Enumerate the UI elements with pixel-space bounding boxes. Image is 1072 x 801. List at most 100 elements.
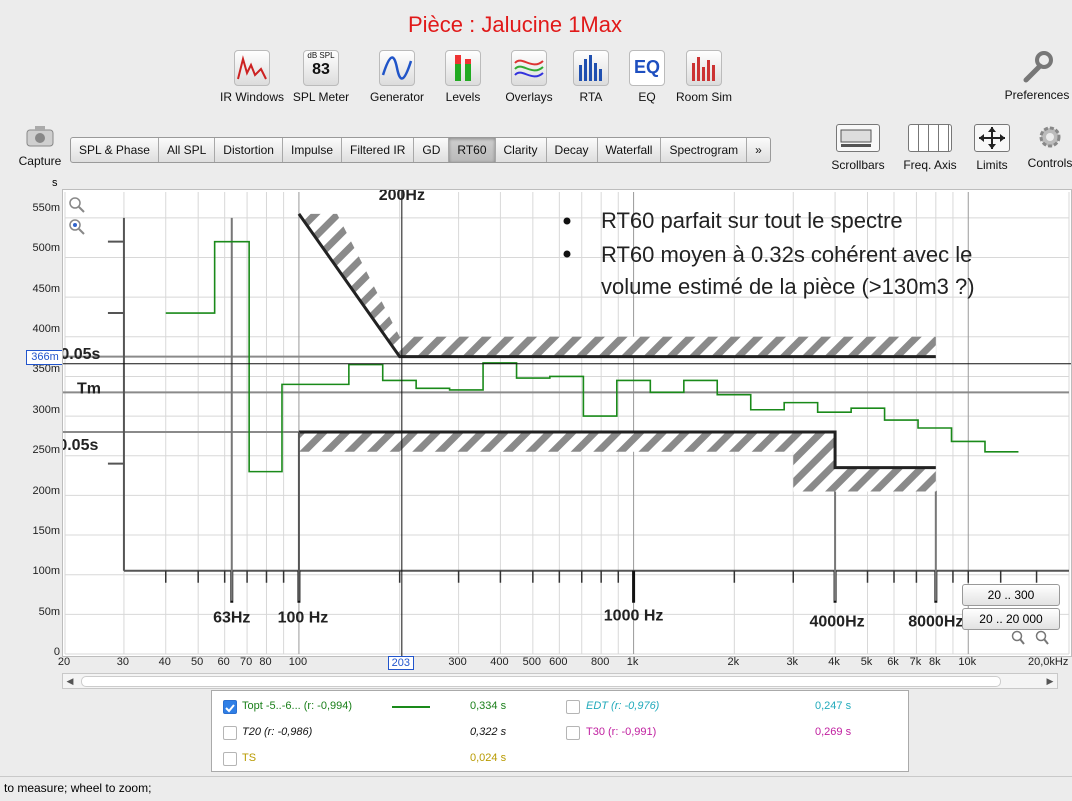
x-tick-label: 2k — [727, 656, 740, 668]
tab-decay[interactable]: Decay — [547, 138, 598, 162]
tab-distortion[interactable]: Distortion — [215, 138, 283, 162]
ir-windows-button[interactable]: IR Windows — [219, 50, 285, 104]
arrows-icon — [974, 124, 1010, 152]
legend-panel: Topt -5..-6... (r: -0,994) 0,334 s EDT (… — [211, 690, 909, 772]
status-text: to measure; wheel to zoom; — [4, 781, 152, 795]
t20-checkbox[interactable] — [223, 726, 237, 740]
y-tick: 100m — [32, 565, 60, 577]
t30-checkbox[interactable] — [566, 726, 580, 740]
tab-gd[interactable]: GD — [414, 138, 450, 162]
ts-value: 0,024 s — [470, 752, 507, 764]
scrollbars-button[interactable]: Scrollbars — [826, 124, 890, 172]
zoom-in-icon[interactable] — [68, 196, 86, 214]
room-sim-icon — [686, 50, 722, 86]
y-tick: 150m — [32, 525, 60, 537]
tab-spectrogram[interactable]: Spectrogram — [661, 138, 748, 162]
annotation-4000hz: 4000Hz — [809, 614, 864, 631]
rt60-chart[interactable]: 200Hz +0.05s Tm -0.05s 63Hz 100 Hz 1000 Hz 4000… — [51, 187, 1072, 657]
y-tick: 400m — [32, 323, 60, 335]
y-tick: 500m — [32, 242, 60, 254]
edt-value: 0,247 s — [815, 700, 852, 712]
x-tick-label: 100 — [288, 656, 308, 668]
rt60-plot-area[interactable]: 200Hz +0.05s Tm -0.05s 63Hz 100 Hz 1000 Hz 4000… — [51, 187, 1071, 656]
rta-icon — [573, 50, 609, 86]
scroll-left-icon[interactable]: ◀ — [63, 674, 77, 688]
capture-button[interactable]: Capture — [14, 124, 66, 168]
controls-button[interactable]: Controls — [1025, 124, 1072, 170]
levels-button[interactable]: Levels — [443, 50, 483, 104]
bullet-note-2: RT60 moyen à 0.32s cohérent avec le volum… — [601, 242, 975, 299]
lower-tolerance-hatch — [298, 431, 936, 492]
annotation-1000hz: 1000 Hz — [604, 608, 664, 625]
zoom-out-x-icon[interactable] — [1010, 630, 1026, 646]
graph-tabs: SPL & Phase All SPL Distortion Impulse F… — [70, 137, 771, 163]
tab-filtered-ir[interactable]: Filtered IR — [342, 138, 415, 162]
topt-swatch — [392, 706, 430, 708]
x-tick-label: 20 — [57, 656, 71, 668]
overlays-button[interactable]: Overlays — [500, 50, 558, 104]
annotation-tm: Tm — [77, 380, 101, 397]
y-unit-label: s — [52, 177, 58, 189]
scroll-thumb[interactable] — [81, 676, 1001, 687]
camera-icon — [25, 124, 55, 148]
zoom-in-x-icon[interactable] — [1034, 630, 1050, 646]
horizontal-scrollbar[interactable]: ◀ ▶ — [62, 673, 1058, 689]
spl-meter-button[interactable]: dB SPL 83 SPL Meter — [292, 50, 350, 104]
scrollbars-icon — [836, 124, 880, 152]
zoom-out-icon[interactable] — [68, 218, 86, 236]
eq-button[interactable]: EQ EQ — [628, 50, 666, 104]
t30-value: 0,269 s — [815, 726, 852, 738]
x-tick-label: 3k — [786, 656, 799, 668]
tab-impulse[interactable]: Impulse — [283, 138, 343, 162]
tab-clarity[interactable]: Clarity — [496, 138, 547, 162]
y-tick: 300m — [32, 404, 60, 416]
rta-button[interactable]: RTA — [572, 50, 610, 104]
annotation-63hz: 63Hz — [213, 610, 250, 627]
generator-button[interactable]: Generator — [368, 50, 426, 104]
tab-all-spl[interactable]: All SPL — [159, 138, 216, 162]
preferences-button[interactable]: Preferences — [1003, 50, 1071, 102]
tab-rt60[interactable]: RT60 — [449, 138, 496, 162]
cursor-x-readout: 203 — [387, 656, 414, 670]
overlays-icon — [511, 50, 547, 86]
wrench-icon — [1020, 50, 1054, 84]
tab-more[interactable]: » — [747, 138, 770, 162]
bullet-dot — [563, 250, 571, 258]
room-sim-button[interactable]: Room Sim — [674, 50, 734, 104]
x-tick-label: 30 — [116, 656, 130, 668]
scroll-right-icon[interactable]: ▶ — [1043, 674, 1057, 688]
annotation-plus-005s: +0.05s — [63, 346, 100, 363]
eq-icon: EQ — [629, 50, 665, 86]
status-bar: to measure; wheel to zoom; — [0, 776, 1072, 801]
edt-checkbox[interactable] — [566, 700, 580, 714]
tab-spl-phase[interactable]: SPL & Phase — [71, 138, 159, 162]
x-tick-label: 600 — [549, 656, 568, 668]
annotation-minus-005s: -0.05s — [63, 437, 98, 454]
x-tick-label: 10k — [958, 656, 977, 668]
limits-button[interactable]: Limits — [970, 124, 1014, 172]
ir-windows-icon — [234, 50, 270, 86]
bullet-dot — [563, 217, 571, 225]
freq-axis-icon — [908, 124, 952, 152]
page-title: Pièce : Jalucine 1Max — [408, 12, 622, 37]
x-tick-label: 300 — [448, 656, 467, 668]
gear-icon — [1037, 124, 1063, 150]
y-tick: 250m — [32, 444, 60, 456]
tab-waterfall[interactable]: Waterfall — [598, 138, 662, 162]
range-20-20000-button[interactable]: 20 .. 20 000 — [962, 608, 1060, 630]
topt-checkbox[interactable] — [223, 700, 237, 714]
annotation-8000hz: 8000Hz — [908, 614, 963, 631]
y-tick: 50m — [38, 606, 60, 618]
bullet-note-1: RT60 parfait sur tout le spectre — [601, 208, 903, 233]
freq-axis-button[interactable]: Freq. Axis — [898, 124, 962, 172]
ts-checkbox[interactable] — [223, 752, 237, 766]
y-tick: 450m — [32, 283, 60, 295]
ts-label: TS — [242, 752, 257, 764]
spl-meter-icon: dB SPL 83 — [303, 50, 339, 86]
y-tick: 200m — [32, 485, 60, 497]
range-20-300-button[interactable]: 20 .. 300 — [962, 584, 1060, 606]
topt-label: Topt -5..-6... (r: -0,994) — [242, 700, 353, 712]
x-tick-label: 20,0kHz — [1028, 656, 1069, 668]
y-tick: 550m — [32, 202, 60, 214]
annotation-200hz: 200Hz — [379, 190, 425, 204]
